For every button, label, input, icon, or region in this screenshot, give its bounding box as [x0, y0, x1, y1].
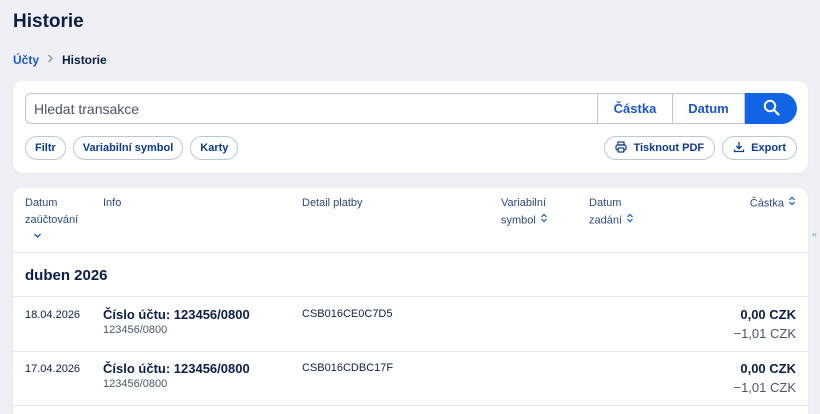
collapse-panel-icon[interactable]: «: [812, 229, 817, 239]
sort-icon: [788, 195, 796, 212]
breadcrumb-accounts-link[interactable]: Účty: [13, 53, 39, 67]
sort-icon: [540, 212, 548, 229]
print-pdf-label: Tisknout PDF: [633, 142, 705, 154]
row-title: Číslo účtu: 123456/0800: [103, 361, 250, 376]
chevron-down-icon: [25, 229, 78, 246]
row-amount: 0,00 CZK: [740, 307, 796, 322]
breadcrumb: Účty Historie: [13, 53, 107, 67]
table-header: Datum zaúčtování Info Detail platby Vari…: [13, 188, 808, 253]
row-date: 18.04.2026: [25, 309, 81, 321]
search-button[interactable]: [745, 93, 797, 124]
column-variable-symbol[interactable]: Variabilní symbol: [501, 195, 548, 229]
chevron-right-icon: [47, 54, 54, 66]
filter-chips: Filtr Variabilní symbol Karty: [25, 136, 239, 160]
row-subtitle: 123456/0800: [103, 324, 168, 336]
filter-chip-filtr[interactable]: Filtr: [25, 136, 66, 160]
export-label: Export: [751, 142, 786, 154]
column-amount[interactable]: Částka: [750, 195, 796, 212]
column-detail: Detail platby: [302, 197, 363, 209]
transactions-table: Datum zaúčtování Info Detail platby Vari…: [13, 188, 808, 414]
page-title: Historie: [13, 11, 84, 32]
row-fee: −1,01 CZK: [733, 326, 796, 341]
amount-filter-button[interactable]: Částka: [597, 93, 673, 124]
search-input[interactable]: [25, 93, 597, 124]
column-info: Info: [103, 197, 122, 209]
date-filter-button[interactable]: Datum: [673, 93, 745, 124]
filter-chip-variable-symbol[interactable]: Variabilní symbol: [72, 136, 184, 160]
search-panel: Částka Datum Filtr Variabilní symbol Kar…: [13, 81, 808, 173]
row-title: Číslo účtu: 123456/0800: [103, 307, 250, 322]
column-posting-date[interactable]: Datum zaúčtování: [25, 195, 78, 246]
search-icon: [763, 99, 780, 119]
export-button[interactable]: Export: [722, 136, 797, 160]
month-group-header: duben 2026: [13, 254, 808, 297]
print-pdf-button[interactable]: Tisknout PDF: [604, 136, 716, 160]
download-icon: [733, 141, 745, 156]
row-date: 17.04.2026: [25, 363, 81, 375]
breadcrumb-current: Historie: [62, 53, 107, 67]
sort-icon: [626, 212, 634, 229]
printer-icon: [615, 140, 628, 156]
export-actions: Tisknout PDF Export: [604, 136, 797, 160]
filter-chip-cards[interactable]: Karty: [190, 136, 239, 160]
table-row[interactable]: 18.04.2026 Číslo účtu: 123456/0800 12345…: [13, 298, 808, 352]
row-amount: 0,00 CZK: [740, 361, 796, 376]
search-bar: Částka Datum: [25, 93, 797, 124]
month-label: duben 2026: [25, 267, 108, 284]
table-row[interactable]: 17.04.2026 Číslo účtu: 123456/0800 12345…: [13, 352, 808, 406]
row-detail: CSB016CE0C7D5: [302, 308, 393, 320]
row-detail: CSB016CDBC17F: [302, 362, 394, 374]
column-entry-date[interactable]: Datum zadání: [589, 195, 634, 229]
row-fee: −1,01 CZK: [733, 380, 796, 395]
row-subtitle: 123456/0800: [103, 378, 168, 390]
